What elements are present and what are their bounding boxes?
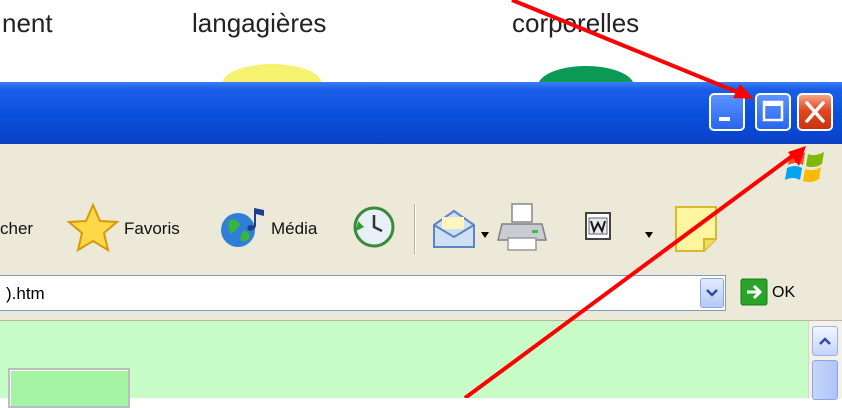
annotation-arrows bbox=[463, 0, 806, 398]
annotation-arrow-to-logo bbox=[463, 152, 797, 398]
annotation-arrow-to-buttons bbox=[511, 0, 743, 96]
